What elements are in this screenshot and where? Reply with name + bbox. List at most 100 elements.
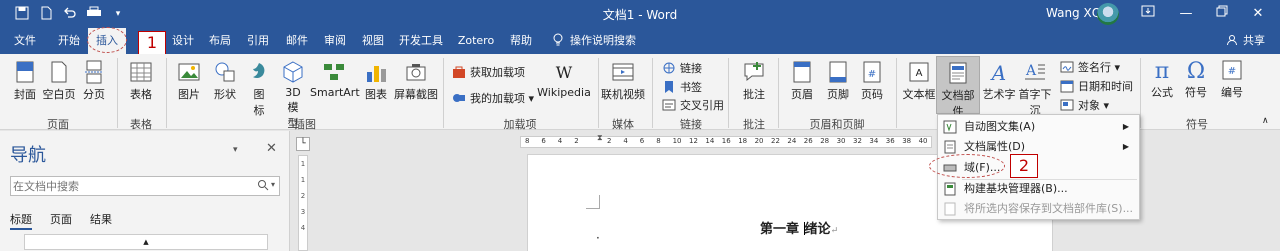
shapes-button[interactable]: 形状	[208, 60, 242, 102]
wikipedia-button[interactable]: W Wikipedia	[536, 60, 592, 99]
ruler-tick-label: 40	[918, 137, 928, 145]
minimize-icon[interactable]: —	[1168, 0, 1204, 28]
page-number-icon: #	[863, 61, 881, 83]
nav-options-icon[interactable]: ▾	[233, 145, 238, 155]
indent-marker-icon[interactable]: ⧗	[597, 133, 603, 143]
ribbon-display-icon[interactable]	[1130, 0, 1166, 28]
customize-icon[interactable]: ▾	[110, 6, 126, 22]
object-button[interactable]: 对象 ▾	[1060, 97, 1109, 113]
screenshot-icon	[406, 64, 426, 81]
page-break-button[interactable]: 分页	[78, 60, 110, 102]
header-button[interactable]: 页眉	[786, 60, 818, 102]
cross-reference-button[interactable]: 交叉引用	[662, 97, 724, 113]
tab-file[interactable]: 文件	[8, 28, 42, 54]
text-box-button[interactable]: A 文本框	[902, 60, 936, 102]
horizontal-ruler: 8 6 4 2 2 4 6 8 10 12 14 16 18 20 22 24 26 28 30 32 34 36 38 40…	[520, 133, 932, 148]
tab-mailings[interactable]: 邮件	[280, 28, 314, 54]
equation-button[interactable]: π 公式	[1146, 58, 1178, 100]
search-dropdown-icon[interactable]: ▾	[271, 180, 275, 189]
nav-search-box[interactable]: ▾	[10, 176, 280, 196]
insert-tab-highlight	[87, 27, 127, 53]
save-icon[interactable]	[14, 6, 30, 22]
ruler-tick-label: 4	[623, 137, 628, 145]
collapse-arrow-icon: ▲	[143, 238, 149, 246]
print-preview-icon[interactable]	[86, 6, 102, 22]
restore-icon[interactable]	[1204, 0, 1240, 28]
numbering-button[interactable]: # 编号	[1216, 58, 1248, 100]
new-icon[interactable]	[38, 6, 54, 22]
menu-item-autotext[interactable]: 自动图文集(A) ▶	[938, 117, 1139, 137]
vertical-ruler-tick: 2	[300, 192, 306, 200]
get-addins-button[interactable]: 获取加载项	[452, 64, 525, 80]
tab-view[interactable]: 视图	[356, 28, 390, 54]
wordart-button[interactable]: A 艺术字	[982, 60, 1016, 102]
tab-design[interactable]: 设计	[166, 28, 200, 54]
share-button[interactable]: 共享	[1240, 28, 1268, 54]
tell-me-search[interactable]: 操作说明搜索	[570, 28, 640, 54]
drop-cap-button[interactable]: A 首字下沉	[1014, 60, 1056, 118]
nav-close-icon[interactable]: ✕	[266, 141, 277, 156]
quick-parts-button[interactable]: 文档部件 ⌄	[936, 56, 980, 131]
icons-button[interactable]: 图 标	[244, 60, 274, 118]
blank-page-button[interactable]: 空白页	[42, 60, 76, 102]
my-addins-button[interactable]: 我的加载项 ▾	[452, 90, 534, 106]
group-label-illustrations: 插图	[294, 118, 316, 131]
group-separator	[652, 58, 653, 128]
tab-selector-icon[interactable]: └	[296, 137, 310, 151]
share-icon[interactable]	[1222, 28, 1242, 54]
close-icon[interactable]: ✕	[1240, 0, 1276, 28]
nav-tab-pages[interactable]: 页面	[50, 211, 72, 227]
group-separator	[778, 58, 779, 128]
user-name[interactable]: Wang XQ	[1046, 6, 1101, 20]
ruler-tick-label: 24	[787, 137, 797, 145]
tab-references[interactable]: 引用	[241, 28, 275, 54]
quick-parts-icon	[949, 62, 967, 84]
calendar-icon	[1060, 79, 1074, 93]
tab-review[interactable]: 审阅	[318, 28, 352, 54]
table-button[interactable]: 表格	[124, 60, 158, 102]
search-icon[interactable]	[257, 179, 269, 194]
chart-button[interactable]: 图表	[360, 60, 392, 102]
nav-tab-headings[interactable]: 标题	[10, 211, 32, 227]
group-separator	[1140, 58, 1141, 128]
nav-title: 导航	[10, 145, 46, 166]
nav-heading-entry[interactable]: ▲	[24, 234, 268, 250]
avatar-icon[interactable]	[1097, 3, 1119, 25]
3d-models-label-line2: 模	[287, 101, 299, 114]
pictures-button[interactable]: 图片	[172, 60, 206, 102]
tab-layout[interactable]: 布局	[203, 28, 237, 54]
page-number-button[interactable]: # 页码	[856, 60, 888, 102]
group-label-table: 表格	[130, 118, 152, 131]
ruler-tick-label: 16	[721, 137, 731, 145]
tab-help[interactable]: 帮助	[504, 28, 538, 54]
svg-text:#: #	[868, 69, 876, 80]
signature-line-button[interactable]: 签名行 ▾	[1060, 59, 1120, 75]
drop-cap-icon: A	[1025, 63, 1045, 80]
tab-developer[interactable]: 开发工具	[393, 28, 449, 54]
cover-label: 封面	[14, 88, 36, 101]
collapse-ribbon-icon[interactable]: ∧	[1262, 116, 1269, 126]
tab-zotero[interactable]: Zotero	[452, 28, 500, 54]
screenshot-button[interactable]: 屏幕截图	[392, 60, 440, 102]
object-icon	[1060, 98, 1074, 112]
bookmark-button[interactable]: 书签	[662, 79, 702, 95]
symbol-button[interactable]: Ω 符号	[1180, 58, 1212, 100]
nav-search-input[interactable]	[13, 178, 253, 194]
tab-home[interactable]: 开始	[52, 28, 86, 54]
menu-item-building-blocks[interactable]: 构建基块管理器(B)...	[938, 179, 1139, 199]
field-item-highlight	[929, 154, 1005, 178]
smartart-button[interactable]: SmartArt	[310, 60, 360, 99]
link-button[interactable]: 链接	[662, 60, 702, 76]
date-time-button[interactable]: 日期和时间	[1060, 78, 1133, 94]
vertical-ruler: └ 1 1 2 3 4	[291, 131, 315, 251]
ruler-tick-label: 28	[820, 137, 830, 145]
nav-tab-results[interactable]: 结果	[90, 211, 112, 227]
undo-icon[interactable]	[62, 6, 78, 22]
smartart-label: SmartArt	[310, 86, 360, 99]
chapter-heading[interactable]: 第一章 绪论↵	[760, 218, 838, 237]
footer-button[interactable]: 页脚	[822, 60, 854, 102]
comment-button[interactable]: 批注	[734, 60, 774, 102]
online-video-button[interactable]: 联机视频	[600, 60, 646, 102]
cover-button[interactable]: 封面	[8, 60, 42, 102]
document-title: 文档1 - Word	[602, 8, 678, 22]
